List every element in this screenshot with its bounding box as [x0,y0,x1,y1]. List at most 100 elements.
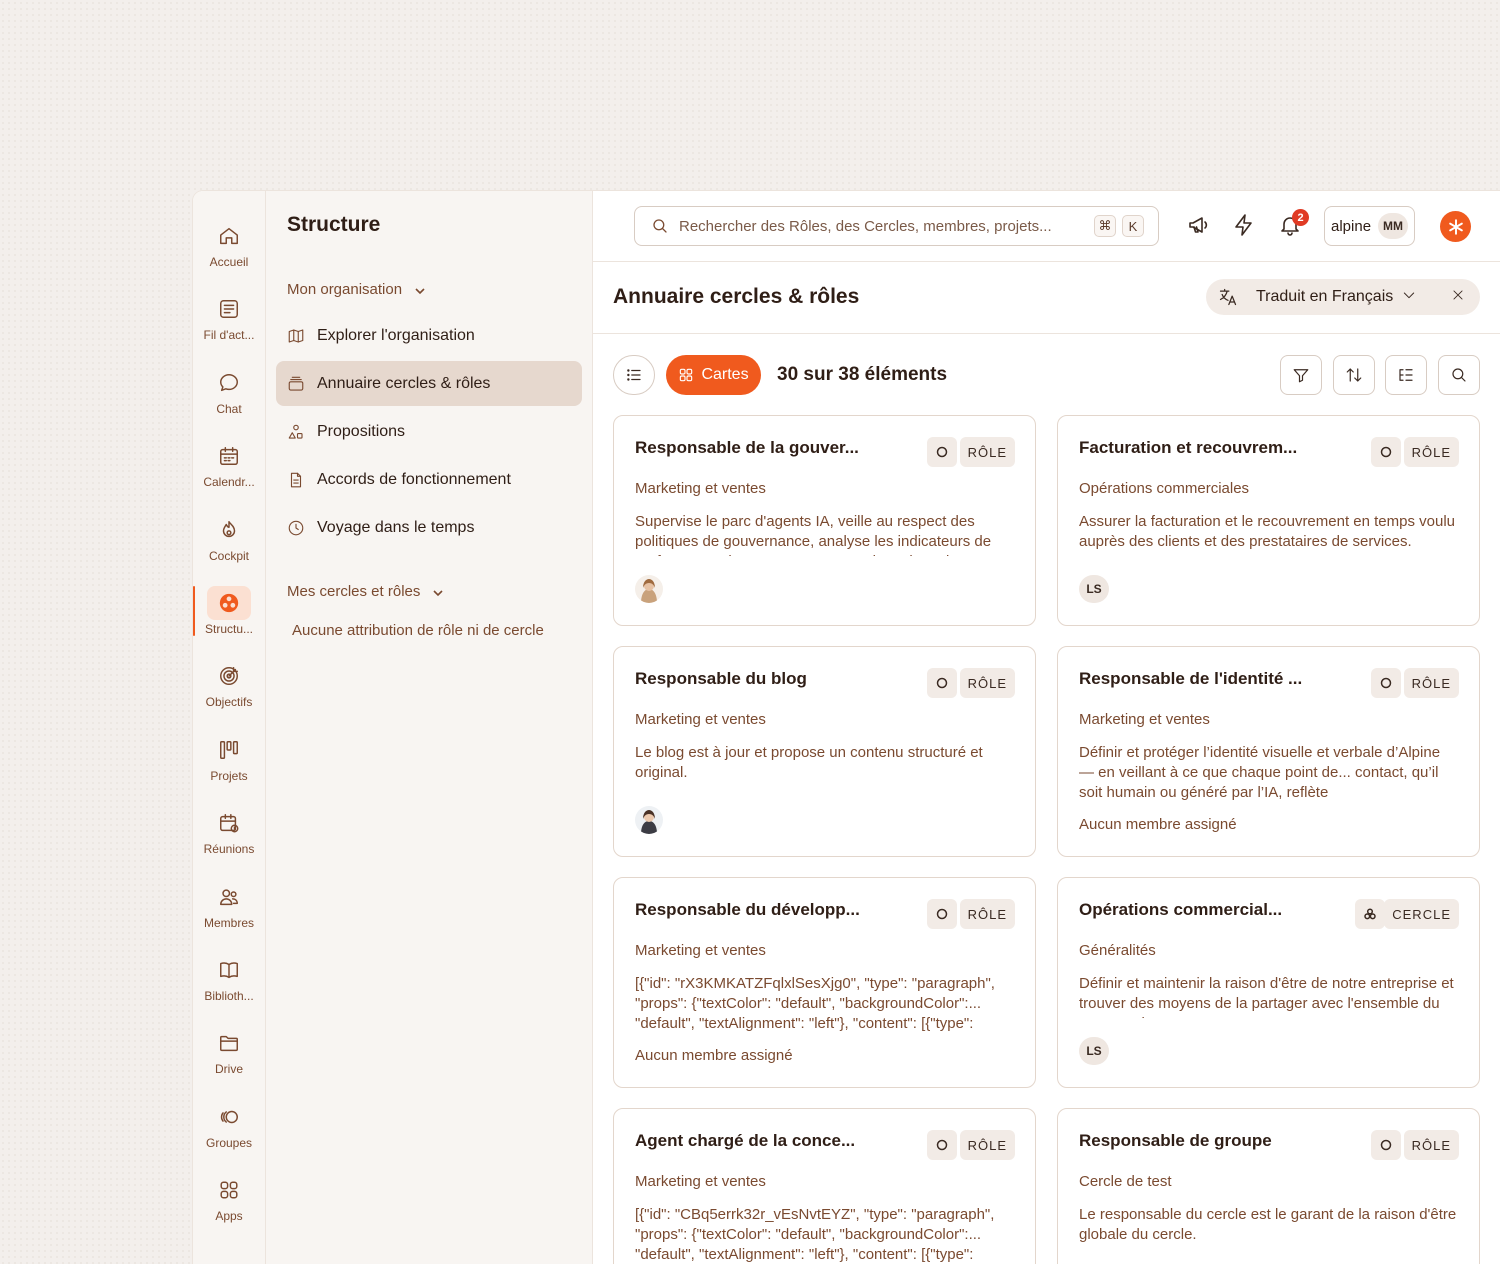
rail-item-chat[interactable]: Chat [193,366,266,439]
nav-explorer[interactable]: Explorer l'organisation [276,313,582,358]
nav-label: Accords de fonctionnement [317,470,511,488]
circle-group-icon [1355,899,1385,929]
sort-button[interactable] [1333,355,1375,395]
feed-icon [207,292,251,326]
rail-label: Drive [214,1062,243,1077]
main-content: Rechercher des Rôles, des Cercles, membr… [593,191,1500,1264]
groups-icon [207,1100,251,1134]
group-button[interactable] [1385,355,1427,395]
page-header: Annuaire cercles & rôles Traduit en Fran… [593,262,1500,334]
card-description: Supervise le parc d'agents IA, veille au… [635,513,994,556]
calendar-icon [207,439,251,473]
nav-label: Voyage dans le temps [317,518,475,536]
avatar [635,575,663,603]
card-description: Le responsable du cercle est le garant d… [1079,1206,1457,1243]
type-tag: CERCLE [1384,899,1459,929]
nav-voyage[interactable]: Voyage dans le temps [276,505,582,550]
role-card[interactable]: Responsable de groupe RÔLE Cercle de tes… [1057,1108,1480,1264]
circle-card[interactable]: Opérations commercial... CERCLE Générali… [1057,877,1480,1088]
chevron-down-icon[interactable] [1401,287,1417,308]
rail-item-cockpit[interactable]: Cockpit [193,513,266,586]
translate-icon [1219,288,1237,306]
rail-item-accueil[interactable]: Accueil [193,219,266,292]
rail-label: Structu... [204,621,254,636]
card-title: Responsable de la gouver... [635,438,859,457]
meeting-icon [207,806,251,840]
rail-item-objectifs[interactable]: Objectifs [193,659,266,732]
search-input[interactable]: Rechercher des Rôles, des Cercles, membr… [634,206,1159,246]
role-card[interactable]: Agent chargé de la conce... RÔLE Marketi… [613,1108,1036,1264]
folder-icon [207,1026,251,1060]
cards-label: Cartes [701,366,749,383]
card-circle: Opérations commerciales [1079,480,1250,497]
rail-item-feed[interactable]: Fil d'act... [193,292,266,365]
type-tag: RÔLE [959,668,1015,698]
type-tag: RÔLE [959,1130,1015,1160]
page-title: Annuaire cercles & rôles [613,285,860,308]
role-circle-icon [927,899,957,929]
chevron-down-icon [432,586,444,598]
assignee-avatar[interactable] [635,575,663,603]
unassigned-note: Aucun membre assigné [1079,816,1237,834]
rail-item-apps[interactable]: Apps [193,1173,266,1246]
bell-icon[interactable]: 2 [1278,209,1309,239]
rail-item-membres[interactable]: Membres [193,880,266,953]
role-circle-icon [927,437,957,467]
nav-propositions[interactable]: Propositions [276,409,582,454]
rail-label: Groupes [205,1135,253,1150]
unassigned-label: Aucun membre assigné [635,1047,793,1064]
nav-label: Annuaire cercles & rôles [317,374,491,392]
role-card[interactable]: Responsable de la gouver... RÔLE Marketi… [613,415,1036,626]
role-card[interactable]: Responsable du blog RÔLE Marketing et ve… [613,646,1036,857]
rail-label: Objectifs [205,695,253,710]
cards-view-button[interactable]: Cartes [666,355,761,395]
section-mon-organisation[interactable]: Mon organisation [276,281,582,298]
avatar: MM [1378,213,1409,239]
chevron-down-icon [414,284,426,296]
brand-logo-icon[interactable] [1440,211,1471,242]
role-circle-icon [1371,437,1401,467]
section-mes-cercles[interactable]: Mes cercles et rôles [276,583,582,600]
card-description: Définir et protéger l’identité visuelle … [1079,744,1441,801]
icon-rail: Accueil Fil d'act... Chat Calendr... Coc… [193,191,266,1264]
search-button[interactable] [1438,355,1480,395]
assignee-avatar[interactable]: LS [1079,575,1109,603]
role-card[interactable]: Facturation et recouvrem... RÔLE Opérati… [1057,415,1480,626]
card-circle: Marketing et ventes [635,1173,766,1190]
nav-accords[interactable]: Accords de fonctionnement [276,457,582,502]
nav-annuaire[interactable]: Annuaire cercles & rôles [276,361,582,406]
megaphone-icon[interactable] [1187,213,1213,239]
rail-item-structure[interactable]: Structu... [193,585,266,659]
card-description: Assurer la facturation et le recouvremen… [1079,513,1456,550]
role-card[interactable]: Responsable de l'identité ... RÔLE Marke… [1057,646,1480,857]
section-label: Mon organisation [287,281,403,298]
lightning-icon[interactable] [1232,213,1258,239]
rail-item-bibliotheque[interactable]: Biblioth... [193,953,266,1026]
grid-icon [680,368,693,382]
close-icon[interactable] [1451,288,1465,307]
assignee-avatar[interactable] [635,806,663,834]
card-circle: Marketing et ventes [635,711,766,728]
rail-item-calendar[interactable]: Calendr... [193,439,266,512]
card-title: Responsable de groupe [1079,1131,1272,1150]
assignee-avatar[interactable]: LS [1079,1037,1109,1065]
search-icon [1452,368,1466,382]
filter-button[interactable] [1280,355,1322,395]
role-circle-icon [1371,668,1401,698]
account-switcher[interactable]: alpine MM [1324,206,1415,246]
rail-label: Apps [215,1209,243,1224]
list-view-button[interactable] [613,355,655,395]
rail-label: Chat [216,401,242,416]
rail-label: Membres [203,915,254,930]
apps-icon [207,1173,251,1207]
rail-item-drive[interactable]: Drive [193,1026,266,1099]
role-card[interactable]: Responsable du développ... RÔLE Marketin… [613,877,1036,1088]
panel-title: Structure [287,213,381,236]
rail-item-projets[interactable]: Projets [193,733,266,806]
card-title: Responsable du blog [635,669,807,688]
rail-label: Calendr... [203,475,255,490]
target-icon [207,659,251,693]
translation-pill[interactable]: Traduit en Français [1206,279,1480,315]
rail-item-reunions[interactable]: Réunions [193,806,266,879]
rail-item-groupes[interactable]: Groupes [193,1100,266,1173]
